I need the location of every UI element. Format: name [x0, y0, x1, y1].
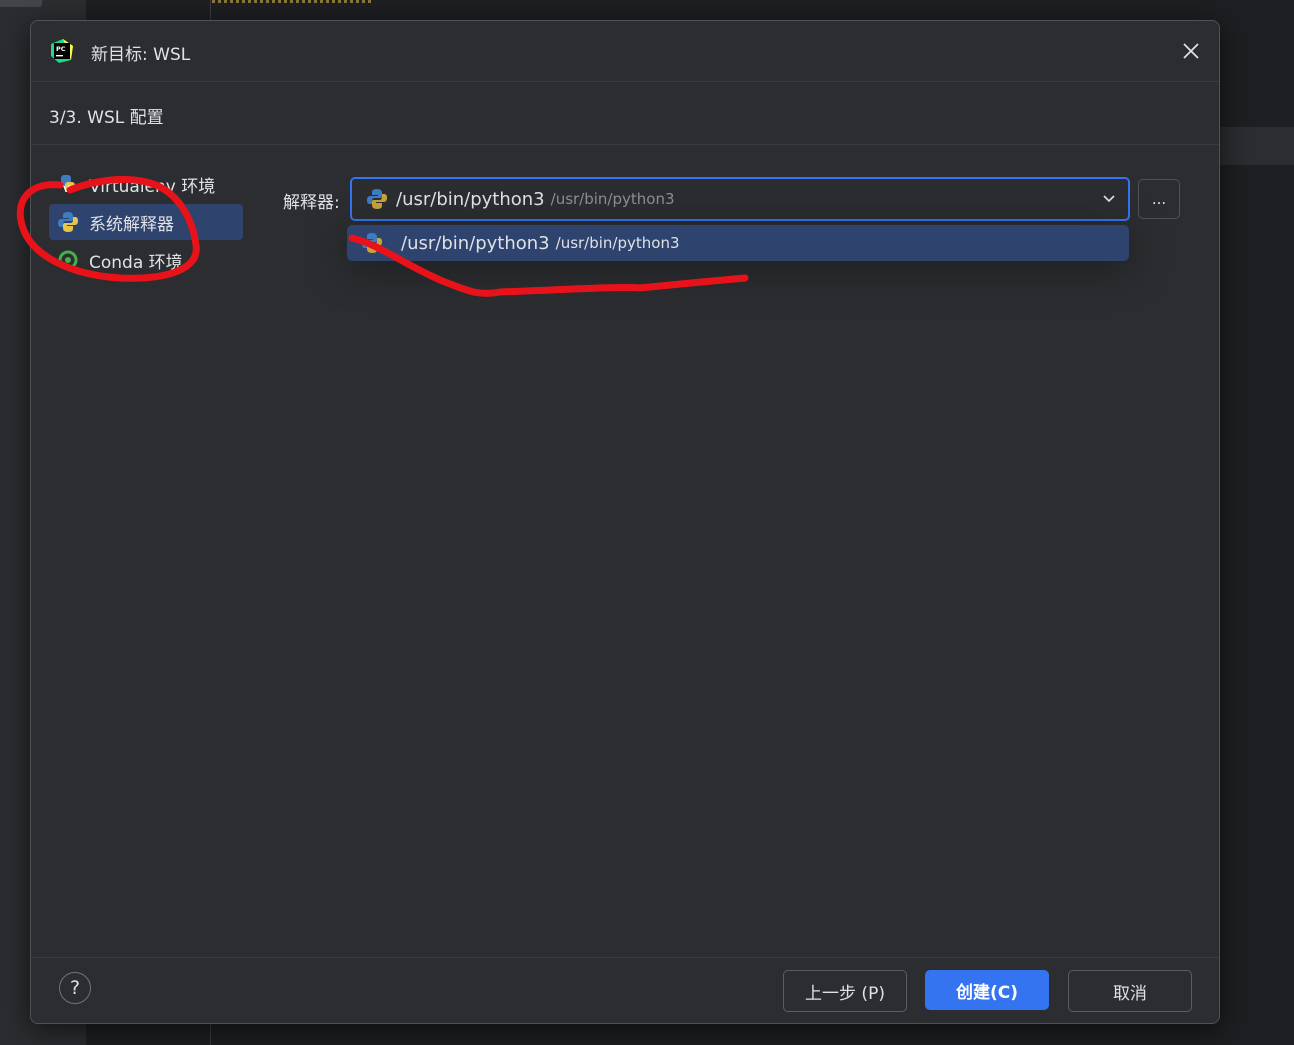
help-button[interactable]: ?: [59, 972, 91, 1004]
option-path: /usr/bin/python3: [555, 234, 680, 252]
ide-warning-underline: [212, 0, 372, 3]
browse-interpreter-button[interactable]: ...: [1138, 179, 1180, 219]
python-icon: [57, 211, 79, 233]
sidebar-item-conda[interactable]: Conda 环境: [49, 242, 243, 278]
virtualenv-icon: V: [57, 173, 79, 195]
conda-icon: [57, 249, 79, 271]
interpreter-dropdown-option[interactable]: /usr/bin/python3 /usr/bin/python3: [347, 225, 1129, 261]
create-button[interactable]: 创建(C): [925, 970, 1049, 1010]
sidebar-item-system-interpreter[interactable]: 系统解释器: [49, 204, 243, 240]
pycharm-icon: PC: [49, 38, 75, 64]
step-title: 3/3. WSL 配置: [49, 108, 164, 128]
option-name: /usr/bin/python3: [401, 232, 550, 254]
interpreter-path: /usr/bin/python3: [550, 190, 675, 208]
sidebar-item-virtualenv[interactable]: V Virtualenv 环境: [49, 166, 243, 202]
step-header: 3/3. WSL 配置: [31, 82, 1219, 145]
dialog-title: 新目标: WSL: [91, 45, 191, 65]
interpreter-combobox[interactable]: /usr/bin/python3 /usr/bin/python3: [350, 177, 1130, 221]
previous-button[interactable]: 上一步 (P): [783, 970, 907, 1012]
svg-text:PC: PC: [56, 45, 66, 53]
dialog-footer: ? 上一步 (P) 创建(C) 取消: [31, 957, 1219, 1023]
interpreter-value: /usr/bin/python3: [396, 188, 545, 210]
close-button[interactable]: [1177, 37, 1205, 65]
python-icon: [361, 232, 383, 254]
svg-text:V: V: [63, 185, 70, 195]
sidebar-item-label: Virtualenv 环境: [89, 176, 216, 197]
python-icon: [366, 188, 388, 210]
new-target-dialog: PC 新目标: WSL 3/3. WSL 配置 V Virtualenv 环境: [30, 20, 1220, 1024]
interpreter-label: 解释器:: [283, 193, 340, 213]
sidebar-item-label: Conda 环境: [89, 252, 183, 273]
ide-tool-selection: [0, 0, 42, 7]
chevron-down-icon[interactable]: [1100, 189, 1118, 207]
dialog-titlebar: PC 新目标: WSL: [31, 21, 1219, 82]
env-type-list: V Virtualenv 环境 系统解释器 Conda 环境: [49, 166, 249, 280]
close-icon: [1183, 43, 1199, 59]
sidebar-item-label: 系统解释器: [89, 214, 174, 235]
ide-highlight-band: [1220, 127, 1294, 165]
cancel-button[interactable]: 取消: [1068, 970, 1192, 1012]
